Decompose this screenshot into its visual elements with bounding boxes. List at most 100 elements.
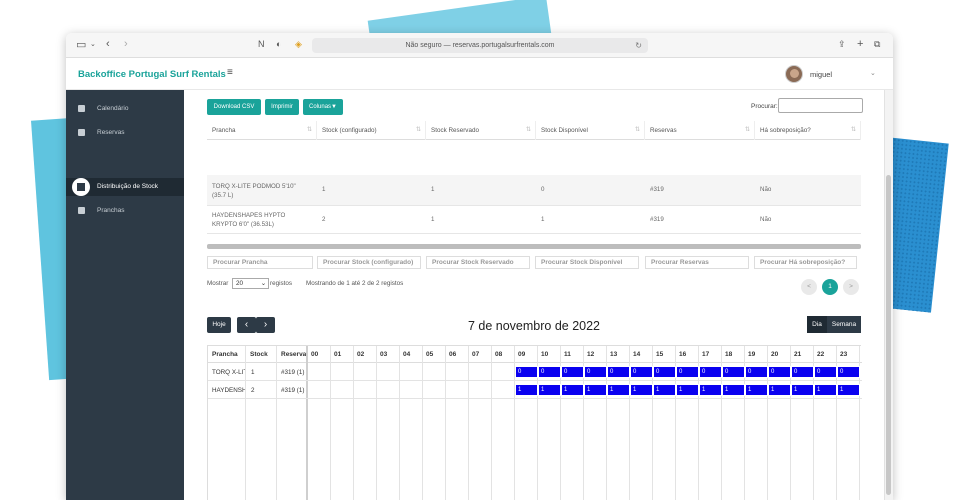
stock-event-block[interactable]: 1 bbox=[584, 384, 607, 396]
address-bar[interactable]: Não seguro — reservas.portugalsurfrental… bbox=[312, 38, 648, 53]
user-menu-chevron-icon[interactable]: ⌄ bbox=[870, 69, 876, 77]
back-icon[interactable]: ‹ bbox=[106, 38, 110, 50]
hour-column bbox=[400, 346, 423, 500]
share-icon[interactable]: ⇪ bbox=[838, 39, 846, 50]
new-tab-icon[interactable]: + bbox=[857, 38, 863, 50]
stock-event-block[interactable]: 1 bbox=[837, 384, 860, 396]
brand-title[interactable]: Backoffice Portugal Surf Rentals bbox=[78, 69, 226, 80]
table-row[interactable]: TORQ X-LITE PODMOD 5'10" (35.7 L) 1 1 0 … bbox=[207, 175, 861, 206]
chevron-down-icon: ⌄ bbox=[260, 280, 266, 287]
reload-icon[interactable]: ↻ bbox=[635, 38, 642, 53]
filter-stock-disponivel-input[interactable]: Procurar Stock Disponível bbox=[535, 256, 639, 269]
stock-event-block[interactable]: 0 bbox=[607, 366, 630, 378]
column-header-stock-reservado[interactable]: Stock Reservado ⇅ bbox=[426, 121, 536, 140]
stock-event-block[interactable]: 1 bbox=[653, 384, 676, 396]
view-day-button[interactable]: Dia bbox=[807, 316, 827, 333]
row-prancha: TORQ X-LITE PODMOD 5'10" (35.7 L) bbox=[212, 369, 245, 376]
stock-event-block[interactable]: 0 bbox=[722, 366, 745, 378]
forward-icon[interactable]: › bbox=[124, 38, 128, 50]
column-header-prancha[interactable]: Prancha ⇅ bbox=[207, 121, 317, 140]
download-csv-button[interactable]: Download CSV bbox=[207, 99, 261, 115]
hour-label: 12 bbox=[587, 351, 595, 358]
stock-event-block[interactable]: 0 bbox=[699, 366, 722, 378]
hour-label: 02 bbox=[357, 351, 365, 358]
cell-prancha: TORQ X-LITE PODMOD 5'10" (35.7 L) bbox=[212, 183, 296, 199]
stock-event-block[interactable]: 0 bbox=[768, 366, 791, 378]
stock-event-block[interactable]: 0 bbox=[837, 366, 860, 378]
row-reserva: #319 (1) bbox=[281, 369, 305, 376]
show-label: Mostrar bbox=[207, 280, 229, 287]
stock-event-block[interactable]: 1 bbox=[745, 384, 768, 396]
hour-label: 16 bbox=[679, 351, 687, 358]
scrollbar-thumb[interactable] bbox=[886, 175, 891, 495]
stock-event-block[interactable]: 0 bbox=[745, 366, 768, 378]
page-length-select[interactable]: 20 ⌄ bbox=[232, 278, 269, 289]
pagination-page-1[interactable]: 1 bbox=[822, 279, 838, 295]
stock-event-block[interactable]: 1 bbox=[814, 384, 837, 396]
sidebar-toggle-icon[interactable]: ▭ bbox=[76, 38, 86, 51]
sidebar-item-distribuicao-stock[interactable]: Distribuição de Stock bbox=[66, 178, 184, 196]
hour-label: 05 bbox=[426, 351, 434, 358]
chevron-down-icon[interactable]: ⌄ bbox=[90, 40, 96, 48]
user-name[interactable]: miguel bbox=[810, 70, 832, 79]
stock-event-block[interactable]: 1 bbox=[538, 384, 561, 396]
search-label: Procurar: bbox=[751, 103, 778, 110]
column-header-stock-disponivel[interactable]: Stock Disponível ⇅ bbox=[536, 121, 645, 140]
filter-reservas-input[interactable]: Procurar Reservas bbox=[645, 256, 749, 269]
hour-label: 17 bbox=[702, 351, 710, 358]
hour-label: 03 bbox=[380, 351, 388, 358]
app-header: Backoffice Portugal Surf Rentals ≡ migue… bbox=[66, 58, 893, 90]
stock-event-block[interactable]: 0 bbox=[653, 366, 676, 378]
hour-column bbox=[446, 346, 469, 500]
stock-event-block[interactable]: 1 bbox=[699, 384, 722, 396]
filter-stock-reservado-input[interactable]: Procurar Stock Reservado bbox=[426, 256, 530, 269]
search-input[interactable] bbox=[778, 98, 863, 113]
hour-label: 18 bbox=[725, 351, 733, 358]
stock-event-block[interactable]: 1 bbox=[722, 384, 745, 396]
stock-event-block[interactable]: 1 bbox=[630, 384, 653, 396]
column-header-reservas[interactable]: Reservas ⇅ bbox=[645, 121, 755, 140]
print-button[interactable]: Imprimir bbox=[265, 99, 299, 115]
sidebar-item-calendario[interactable]: Calendário bbox=[66, 100, 184, 118]
stock-event-block[interactable]: 1 bbox=[791, 384, 814, 396]
calendar-next-button[interactable]: › bbox=[256, 317, 275, 333]
filter-stock-configurado-input[interactable]: Procurar Stock (configurado) bbox=[317, 256, 421, 269]
stock-event-block[interactable]: 0 bbox=[676, 366, 699, 378]
avatar[interactable] bbox=[785, 65, 803, 83]
filter-sobreposicao-input[interactable]: Procurar Há sobreposição? bbox=[754, 256, 857, 269]
today-button[interactable]: Hoje bbox=[207, 317, 231, 333]
stock-event-block[interactable]: 0 bbox=[814, 366, 837, 378]
stock-event-block[interactable]: 0 bbox=[791, 366, 814, 378]
horizontal-scrollbar[interactable] bbox=[207, 244, 861, 249]
privacy-extension-icon[interactable]: ◐ bbox=[276, 39, 281, 49]
menu-icon[interactable]: ≡ bbox=[227, 67, 233, 78]
column-header-sobreposicao[interactable]: Há sobreposição? ⇅ bbox=[755, 121, 861, 140]
stock-event-block[interactable]: 1 bbox=[515, 384, 538, 396]
pagination-next-button[interactable]: > bbox=[843, 279, 859, 295]
column-header-stock-configurado[interactable]: Stock (configurado) ⇅ bbox=[317, 121, 426, 140]
filter-prancha-input[interactable]: Procurar Prancha bbox=[207, 256, 313, 269]
stock-event-block[interactable]: 0 bbox=[584, 366, 607, 378]
sidebar-item-reservas[interactable]: Reservas bbox=[66, 124, 184, 142]
stock-event-block[interactable]: 0 bbox=[515, 366, 538, 378]
notion-extension-icon[interactable]: N bbox=[258, 39, 265, 49]
stock-event-block[interactable]: 0 bbox=[538, 366, 561, 378]
stock-event-block[interactable]: 1 bbox=[768, 384, 791, 396]
stock-event-block[interactable]: 0 bbox=[630, 366, 653, 378]
sidebar-item-pranchas[interactable]: Pranchas bbox=[66, 202, 184, 220]
pagination-prev-button[interactable]: < bbox=[801, 279, 817, 295]
main-content: Download CSV Imprimir Colunas▼ Procurar:… bbox=[184, 90, 893, 500]
vertical-scrollbar[interactable] bbox=[884, 90, 893, 500]
columns-button[interactable]: Colunas▼ bbox=[303, 99, 343, 115]
shield-extension-icon[interactable]: ◈ bbox=[295, 39, 302, 50]
table-row[interactable]: HAYDENSHAPES HYPTO KRYPTO 6'0" (36.53L) … bbox=[207, 206, 861, 234]
tabs-overview-icon[interactable]: ⧉ bbox=[874, 39, 880, 50]
stock-icon bbox=[72, 178, 90, 196]
calendar-prev-button[interactable]: ‹ bbox=[237, 317, 256, 333]
stock-event-block[interactable]: 1 bbox=[607, 384, 630, 396]
stock-event-block[interactable]: 1 bbox=[561, 384, 584, 396]
sort-icon: ⇅ bbox=[415, 127, 421, 133]
stock-event-block[interactable]: 0 bbox=[561, 366, 584, 378]
stock-event-block[interactable]: 1 bbox=[676, 384, 699, 396]
view-week-button[interactable]: Semana bbox=[827, 316, 861, 333]
